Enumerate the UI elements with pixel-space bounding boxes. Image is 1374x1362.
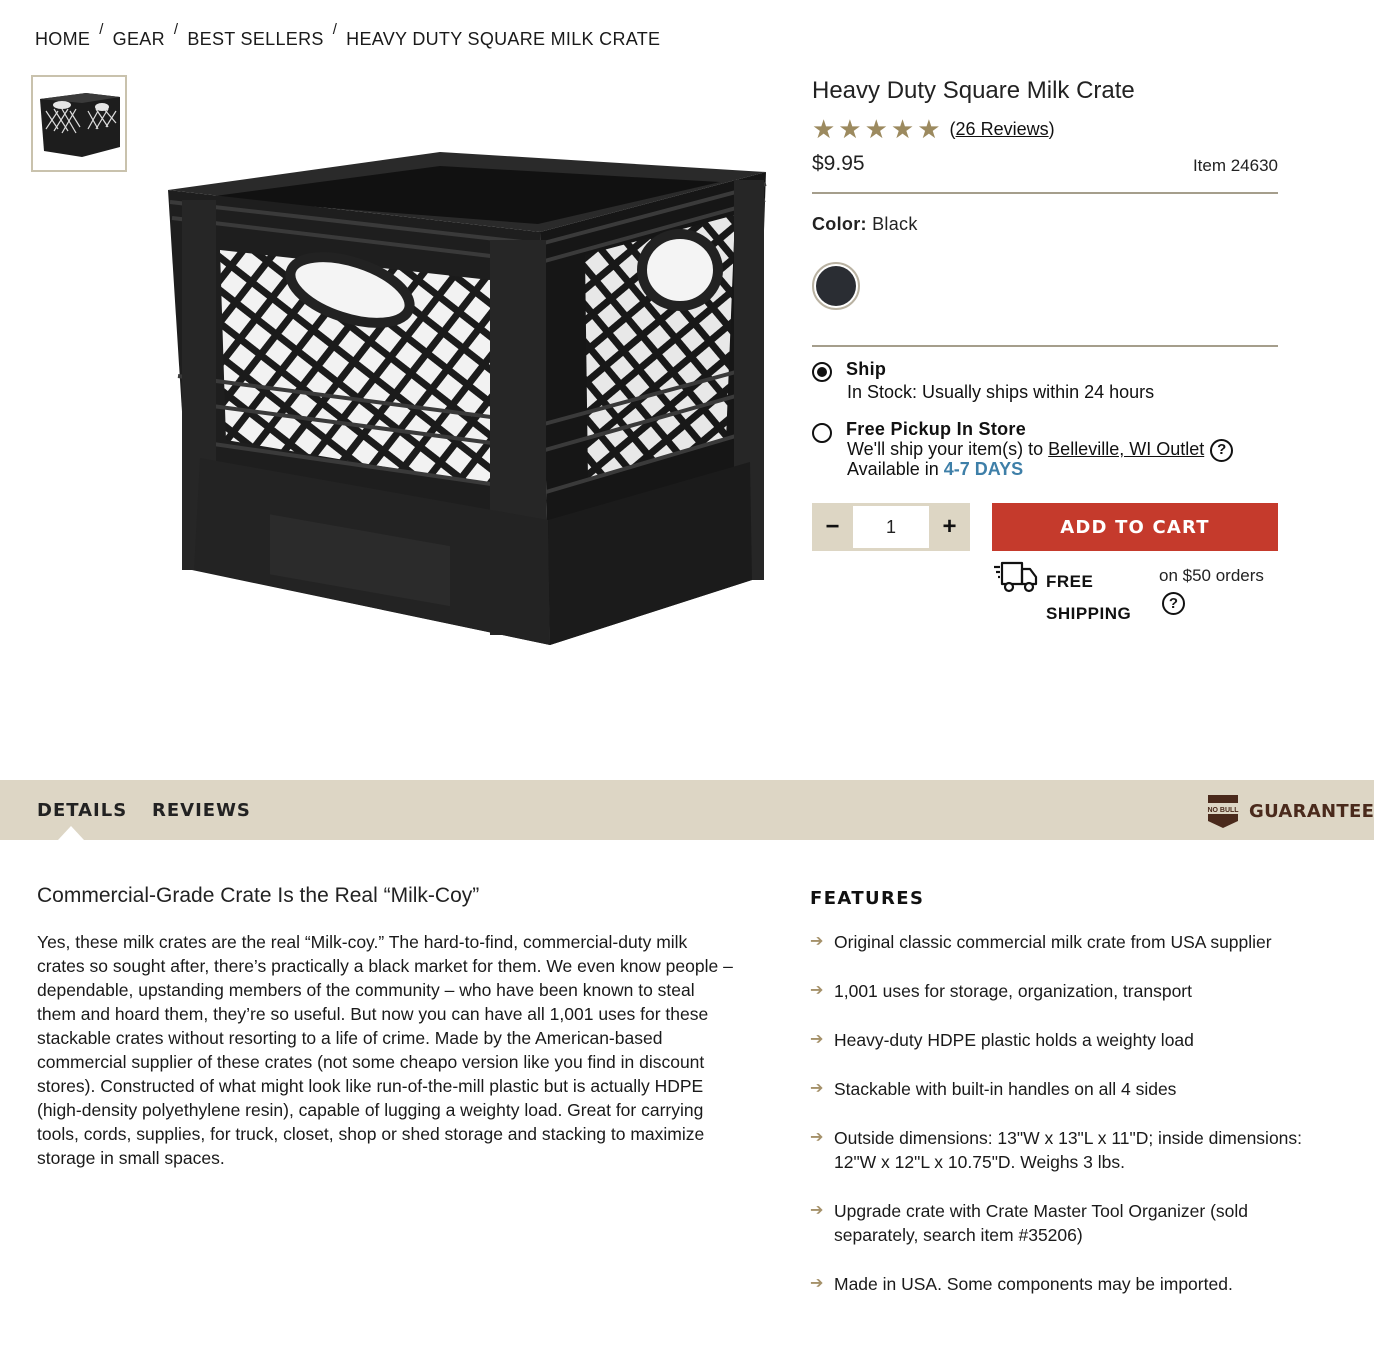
ship-option-status: In Stock: Usually ships within 24 hours xyxy=(847,382,1155,402)
truck-icon xyxy=(994,561,1038,593)
arrow-right-icon: ➔ xyxy=(810,982,824,999)
pickup-available-prefix: Available in xyxy=(847,459,939,479)
guarantee-label[interactable]: GUARANTEE xyxy=(1249,801,1374,822)
add-to-cart-button[interactable]: ADD TO CART xyxy=(992,503,1278,551)
feature-item: ➔ Stackable with built-in handles on all … xyxy=(810,1077,1330,1101)
color-value: Black xyxy=(872,214,918,234)
divider xyxy=(812,345,1278,347)
ship-radio[interactable] xyxy=(812,362,832,382)
product-title: Heavy Duty Square Milk Crate xyxy=(812,77,1135,104)
active-tab-indicator xyxy=(58,826,84,840)
feature-text: Made in USA. Some components may be impo… xyxy=(834,1274,1233,1294)
feature-text: 1,001 uses for storage, organization, tr… xyxy=(834,981,1192,1001)
breadcrumb-separator: / xyxy=(332,21,338,38)
pickup-store-prefix: We'll ship your item(s) to xyxy=(847,439,1044,459)
features-list: ➔ Original classic commercial milk crate … xyxy=(810,930,1330,1321)
feature-item: ➔ Heavy-duty HDPE plastic holds a weighty… xyxy=(810,1028,1330,1052)
tab-details[interactable]: DETAILS xyxy=(37,800,127,821)
reviews-link[interactable]: (26 Reviews) xyxy=(950,119,1055,140)
quantity-input[interactable]: 1 xyxy=(853,506,929,548)
feature-item: ➔ Outside dimensions: 13"W x 13"L x 11"D;… xyxy=(810,1126,1330,1174)
shipping-help-button[interactable]: ? xyxy=(1162,592,1185,615)
quantity-decrease-button[interactable]: − xyxy=(812,503,853,551)
features-heading: FEATURES xyxy=(810,888,925,909)
feature-text: Stackable with built-in handles on all 4… xyxy=(834,1079,1177,1099)
feature-text: Outside dimensions: 13"W x 13"L x 11"D; … xyxy=(834,1128,1303,1172)
pickup-store-link[interactable]: Belleville, WI Outlet xyxy=(1048,439,1204,459)
guarantee-link[interactable]: NO BULL GUARANTEE xyxy=(1206,793,1374,829)
quantity-increase-button[interactable]: + xyxy=(929,503,970,551)
help-icon[interactable]: ? xyxy=(1162,592,1185,615)
breadcrumb-best-sellers[interactable]: BEST SELLERS xyxy=(187,27,323,51)
feature-item: ➔ Upgrade crate with Crate Master Tool Or… xyxy=(810,1199,1330,1247)
arrow-right-icon: ➔ xyxy=(810,1031,824,1048)
rating-summary: ★★★★★ (26 Reviews) xyxy=(812,116,1055,142)
badge-text: NO BULL xyxy=(1207,807,1239,814)
breadcrumb-separator: / xyxy=(99,21,104,38)
divider xyxy=(812,192,1278,194)
product-main-image xyxy=(168,152,767,645)
no-bull-badge-icon: NO BULL xyxy=(1206,795,1240,828)
feature-text: Heavy-duty HDPE plastic holds a weighty … xyxy=(834,1030,1194,1050)
product-thumbnail[interactable] xyxy=(31,75,127,172)
pickup-availability: Available in 4-7 DAYS xyxy=(847,459,1023,480)
pickup-days: 4-7 DAYS xyxy=(943,459,1024,479)
breadcrumb-separator: / xyxy=(173,21,179,38)
details-heading: Commercial-Grade Crate Is the Real “Milk… xyxy=(37,884,480,907)
free-shipping-line1: FREE xyxy=(1046,572,1094,591)
breadcrumb-current[interactable]: HEAVY DUTY SQUARE MILK CRATE xyxy=(346,27,660,51)
arrow-right-icon: ➔ xyxy=(810,1129,824,1146)
reviews-link-text[interactable]: 26 Reviews xyxy=(956,119,1049,139)
color-selection-label: Color: Black xyxy=(812,214,918,235)
arrow-right-icon: ➔ xyxy=(810,933,824,950)
feature-text: Upgrade crate with Crate Master Tool Org… xyxy=(834,1201,1249,1245)
arrow-right-icon: ➔ xyxy=(810,1275,824,1292)
crate-thumbnail-image xyxy=(40,92,120,157)
feature-item: ➔ 1,001 uses for storage, organization, t… xyxy=(810,979,1330,1003)
color-swatch-black[interactable] xyxy=(812,262,860,310)
ship-option-title: Ship xyxy=(846,359,887,379)
arrow-right-icon: ➔ xyxy=(810,1202,824,1219)
feature-item: ➔ Original classic commercial milk crate … xyxy=(810,930,1330,954)
free-shipping-line2: SHIPPING xyxy=(1046,604,1132,623)
product-price: $9.95 xyxy=(812,152,865,175)
item-number: Item 24630 xyxy=(1192,156,1278,175)
feature-item: ➔ Made in USA. Some components may be imp… xyxy=(810,1272,1330,1296)
star-rating-icon: ★★★★★ xyxy=(812,114,944,144)
breadcrumb-home[interactable]: HOME xyxy=(35,27,90,51)
breadcrumb: HOME / GEAR / BEST SELLERS / HEAVY DUTY … xyxy=(35,21,660,51)
free-shipping-threshold: on $50 orders xyxy=(1159,566,1264,585)
help-icon[interactable]: ? xyxy=(1210,438,1234,462)
tab-reviews[interactable]: REVIEWS xyxy=(152,800,251,821)
free-shipping-label: FREE SHIPPING xyxy=(1046,566,1131,630)
quantity-stepper: − 1 + xyxy=(812,503,970,551)
breadcrumb-gear[interactable]: GEAR xyxy=(113,27,165,51)
feature-text: Original classic commercial milk crate f… xyxy=(834,932,1272,952)
pickup-radio[interactable] xyxy=(812,423,832,443)
details-body: Yes, these milk crates are the real “Mil… xyxy=(37,932,733,1168)
arrow-right-icon: ➔ xyxy=(810,1080,824,1097)
swatch-fill xyxy=(816,266,856,306)
color-label: Color: xyxy=(812,214,867,234)
